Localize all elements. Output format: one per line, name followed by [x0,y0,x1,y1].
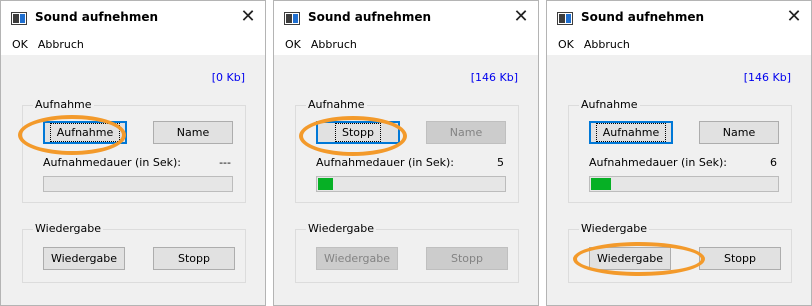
stop-playback-button[interactable]: Stopp [153,247,235,270]
name-button-label: Name [449,126,483,139]
menu-bar: OK Abbruch [547,35,811,55]
close-icon[interactable]: ✕ [785,7,803,27]
name-button[interactable]: Name [153,121,233,144]
file-size-label: [146 Kb] [743,71,791,84]
menu-bar: OK Abbruch [274,35,538,55]
play-button-label: Wiedergabe [596,252,663,265]
title-bar[interactable]: Sound aufnehmen ✕ [1,1,265,35]
menu-ok[interactable]: OK [553,35,579,55]
close-icon[interactable]: ✕ [512,7,530,27]
file-size-label: [0 Kb] [211,71,245,84]
recording-group-title: Aufnahme [306,98,367,112]
menu-cancel[interactable]: Abbruch [33,35,89,55]
name-button-label: Name [176,126,210,139]
menu-cancel[interactable]: Abbruch [306,35,362,55]
recording-group: Aufnahme Aufnahme Name Aufnahmedauer (in… [22,98,246,203]
play-button[interactable]: Wiedergabe [316,247,398,270]
app-icon [11,12,27,25]
play-button[interactable]: Wiedergabe [43,247,125,270]
play-button-label: Wiedergabe [323,252,390,265]
recording-progress-bar [589,176,779,192]
playback-group: Wiedergabe Wiedergabe Stopp [568,222,792,283]
file-size-label: [146 Kb] [470,71,518,84]
playback-group-title: Wiedergabe [579,222,650,236]
stop-playback-button-label: Stopp [724,252,756,265]
recording-progress-bar [43,176,233,192]
play-button-label: Wiedergabe [50,252,117,265]
duration-value: 5 [497,156,504,169]
recording-group: Aufnahme Stopp Name Aufnahmedauer (in Se… [295,98,519,203]
record-button[interactable]: Aufnahme [43,121,127,144]
stop-playback-button[interactable]: Stopp [699,247,781,270]
play-button[interactable]: Wiedergabe [589,247,671,270]
app-icon [284,12,300,25]
playback-group: Wiedergabe Wiedergabe Stopp [22,222,246,283]
playback-group-title: Wiedergabe [306,222,377,236]
name-button[interactable]: Name [426,121,506,144]
stop-playback-button-label: Stopp [178,252,210,265]
recording-group-title: Aufnahme [579,98,640,112]
title-bar[interactable]: Sound aufnehmen ✕ [547,1,811,35]
window-title: Sound aufnehmen [35,10,159,24]
playback-group-title: Wiedergabe [33,222,104,236]
window-title: Sound aufnehmen [581,10,705,24]
stop-recording-button[interactable]: Stopp [316,121,400,144]
duration-value: 6 [770,156,777,169]
name-button-label: Name [722,126,756,139]
sound-dialog-3: Sound aufnehmen ✕ OK Abbruch [146 Kb] Au… [546,0,812,306]
duration-label: Aufnahmedauer (in Sek): [589,156,727,169]
duration-label: Aufnahmedauer (in Sek): [43,156,181,169]
recording-progress-bar [316,176,506,192]
menu-cancel[interactable]: Abbruch [579,35,635,55]
recording-progress-fill [318,178,333,190]
menu-ok[interactable]: OK [280,35,306,55]
menu-bar: OK Abbruch [1,35,265,55]
recording-progress-fill [591,178,611,190]
menu-ok[interactable]: OK [7,35,33,55]
close-icon[interactable]: ✕ [239,7,257,27]
record-button[interactable]: Aufnahme [589,121,673,144]
name-button[interactable]: Name [699,121,779,144]
recording-group-title: Aufnahme [33,98,94,112]
recording-group: Aufnahme Aufnahme Name Aufnahmedauer (in… [568,98,792,203]
stop-playback-button-label: Stopp [451,252,483,265]
stop-playback-button[interactable]: Stopp [426,247,508,270]
window-title: Sound aufnehmen [308,10,432,24]
sound-dialog-1: Sound aufnehmen ✕ OK Abbruch [0 Kb] Aufn… [0,0,266,306]
record-button-label: Aufnahme [49,123,121,142]
record-button-label: Aufnahme [595,123,667,142]
playback-group: Wiedergabe Wiedergabe Stopp [295,222,519,283]
duration-value: --- [219,156,231,169]
title-bar[interactable]: Sound aufnehmen ✕ [274,1,538,35]
stop-recording-button-label: Stopp [335,123,381,142]
app-icon [557,12,573,25]
duration-label: Aufnahmedauer (in Sek): [316,156,454,169]
sound-dialog-2: Sound aufnehmen ✕ OK Abbruch [146 Kb] Au… [273,0,539,306]
